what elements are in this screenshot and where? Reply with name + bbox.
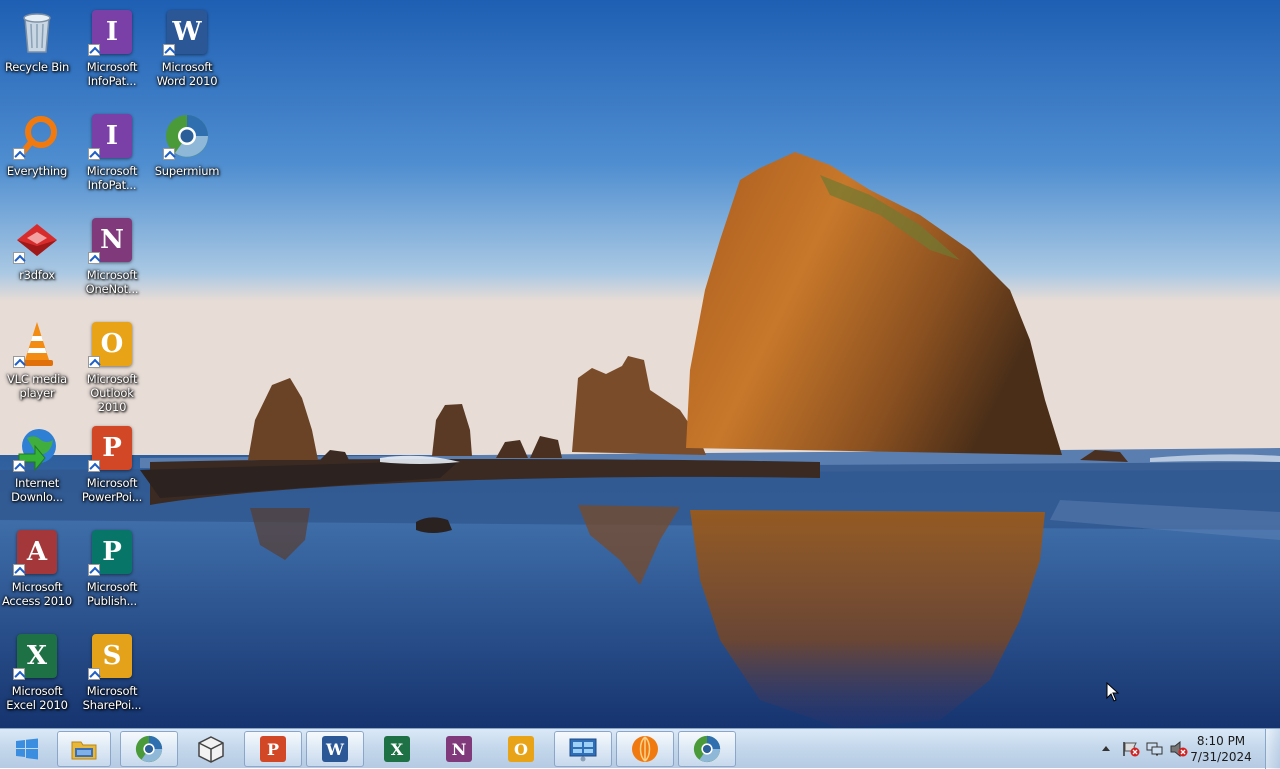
clock-time: 8:10 PM xyxy=(1196,734,1246,748)
word-icon: W xyxy=(163,8,211,56)
shortcut-arrow-icon xyxy=(13,356,25,368)
taskbar-powerpoint[interactable]: P xyxy=(244,731,302,767)
show-hidden-icons-chevron-icon[interactable] xyxy=(1102,745,1110,751)
desktop-icon-internet-download-manager[interactable]: Internet Downlo... xyxy=(1,420,73,504)
desktop-icon-label: r3dfox xyxy=(19,268,55,282)
word-icon: W xyxy=(322,736,348,762)
desktop-icon-microsoft-infopath-1[interactable]: I Microsoft InfoPat... xyxy=(76,4,148,88)
desktop-icon-label: Microsoft Access 2010 xyxy=(1,580,73,608)
recycle-bin-icon xyxy=(13,8,61,56)
desktop-icon-label: Microsoft SharePoi... xyxy=(82,684,142,712)
desktop-icon-label: Everything xyxy=(6,164,68,178)
shortcut-arrow-icon xyxy=(13,252,25,264)
desktop-icon-microsoft-excel-2010[interactable]: X Microsoft Excel 2010 xyxy=(1,628,73,712)
desktop-icon-label: Microsoft InfoPat... xyxy=(86,164,138,192)
taskbar-package[interactable] xyxy=(182,731,240,767)
shortcut-arrow-icon xyxy=(88,564,100,576)
shortcut-arrow-icon xyxy=(163,148,175,160)
desktop-icon-label: Recycle Bin xyxy=(4,60,70,74)
desktop-icon-everything[interactable]: Everything xyxy=(1,108,73,178)
desktop-icon-label: Microsoft PowerPoi... xyxy=(81,476,143,504)
package-box-icon xyxy=(198,736,224,763)
taskbar-word[interactable]: W xyxy=(306,731,364,767)
network-icon[interactable] xyxy=(1146,741,1164,757)
excel-icon: X xyxy=(384,736,410,762)
onenote-icon: N xyxy=(446,736,472,762)
desktop-icon-microsoft-sharepoint[interactable]: S Microsoft SharePoi... xyxy=(76,628,148,712)
shortcut-arrow-icon xyxy=(13,668,25,680)
supermium-icon xyxy=(693,735,721,763)
desktop-icon-microsoft-word-2010[interactable]: W Microsoft Word 2010 xyxy=(151,4,223,88)
shortcut-arrow-icon xyxy=(13,460,25,472)
shortcut-arrow-icon xyxy=(88,252,100,264)
r3dfox-icon xyxy=(13,216,61,264)
desktop-icon-microsoft-access-2010[interactable]: A Microsoft Access 2010 xyxy=(1,524,73,608)
internet-download-manager-icon xyxy=(13,424,61,472)
desktop-icon-microsoft-infopath-2[interactable]: I Microsoft InfoPat... xyxy=(76,108,148,192)
vlc-cone-icon xyxy=(13,320,61,368)
taskbar: P W X N O 8:10 PM 7/31/2024 xyxy=(0,728,1280,769)
action-center-flag-icon[interactable] xyxy=(1122,741,1140,757)
desktop-icon-label: Microsoft Excel 2010 xyxy=(6,684,68,712)
outlook-icon: O xyxy=(88,320,136,368)
shortcut-arrow-icon xyxy=(88,44,100,56)
shortcut-arrow-icon xyxy=(13,564,25,576)
desktop-icon-label: Supermium xyxy=(154,164,220,178)
shortcut-arrow-icon xyxy=(88,356,100,368)
desktop-icon-microsoft-onenote[interactable]: N Microsoft OneNot... xyxy=(76,212,148,296)
desktop-icon-label: Microsoft Publish... xyxy=(86,580,138,608)
taskbar-windows-explorer[interactable] xyxy=(57,731,111,767)
shortcut-arrow-icon xyxy=(88,148,100,160)
taskbar-excel[interactable]: X xyxy=(368,731,426,767)
shortcut-arrow-icon xyxy=(88,668,100,680)
taskbar-supermium[interactable] xyxy=(120,731,178,767)
infopath-icon: I xyxy=(88,8,136,56)
folder-icon xyxy=(71,741,97,760)
desktop[interactable]: Recycle Bin Everything r3dfox VLC media … xyxy=(0,0,1280,728)
publisher-icon: P xyxy=(88,528,136,576)
desktop-icon-r3dfox[interactable]: r3dfox xyxy=(1,212,73,282)
start-button[interactable] xyxy=(2,731,52,767)
desktop-icon-vlc[interactable]: VLC media player xyxy=(1,316,73,400)
desktop-icon-recycle-bin[interactable]: Recycle Bin xyxy=(1,4,73,74)
taskbar-clock[interactable]: 8:10 PM 7/31/2024 xyxy=(1186,733,1256,765)
shortcut-arrow-icon xyxy=(163,44,175,56)
desktop-icon-label: Microsoft OneNot... xyxy=(85,268,139,296)
excel-icon: X xyxy=(13,632,61,680)
mouse-cursor-icon xyxy=(1106,682,1120,702)
desktop-icon-label: Microsoft Word 2010 xyxy=(156,60,218,88)
desktop-icon-supermium[interactable]: Supermium xyxy=(151,108,223,178)
shortcut-arrow-icon xyxy=(13,148,25,160)
desktop-icon-label: Microsoft Outlook 2010 xyxy=(86,372,138,414)
desktop-icon-microsoft-powerpoint[interactable]: P Microsoft PowerPoi... xyxy=(76,420,148,504)
taskbar-onenote[interactable]: N xyxy=(430,731,488,767)
desktop-icon-microsoft-outlook-2010[interactable]: O Microsoft Outlook 2010 xyxy=(76,316,148,414)
powerpoint-icon: P xyxy=(260,736,286,762)
everything-search-icon xyxy=(13,112,61,160)
supermium-icon xyxy=(163,112,211,160)
control-panel-icon xyxy=(569,738,597,762)
shortcut-arrow-icon xyxy=(88,460,100,472)
taskbar-firefox[interactable] xyxy=(616,731,674,767)
infopath-icon: I xyxy=(88,112,136,160)
desktop-icon-microsoft-publisher[interactable]: P Microsoft Publish... xyxy=(76,524,148,608)
show-desktop-button[interactable] xyxy=(1265,729,1280,769)
powerpoint-icon: P xyxy=(88,424,136,472)
windows-logo-icon xyxy=(16,738,38,760)
supermium-icon xyxy=(135,735,163,763)
onenote-icon: N xyxy=(88,216,136,264)
taskbar-outlook[interactable]: O xyxy=(492,731,550,767)
clock-date: 7/31/2024 xyxy=(1190,750,1252,764)
taskbar-control-panel[interactable] xyxy=(554,731,612,767)
desktop-icon-label: Microsoft InfoPat... xyxy=(86,60,138,88)
outlook-icon: O xyxy=(508,736,534,762)
access-icon: A xyxy=(13,528,61,576)
desktop-icon-label: Internet Downlo... xyxy=(11,476,63,504)
firefox-orange-icon xyxy=(632,736,658,762)
taskbar-supermium-2[interactable] xyxy=(678,731,736,767)
sharepoint-icon: S xyxy=(88,632,136,680)
desktop-icon-label: VLC media player xyxy=(7,372,67,400)
